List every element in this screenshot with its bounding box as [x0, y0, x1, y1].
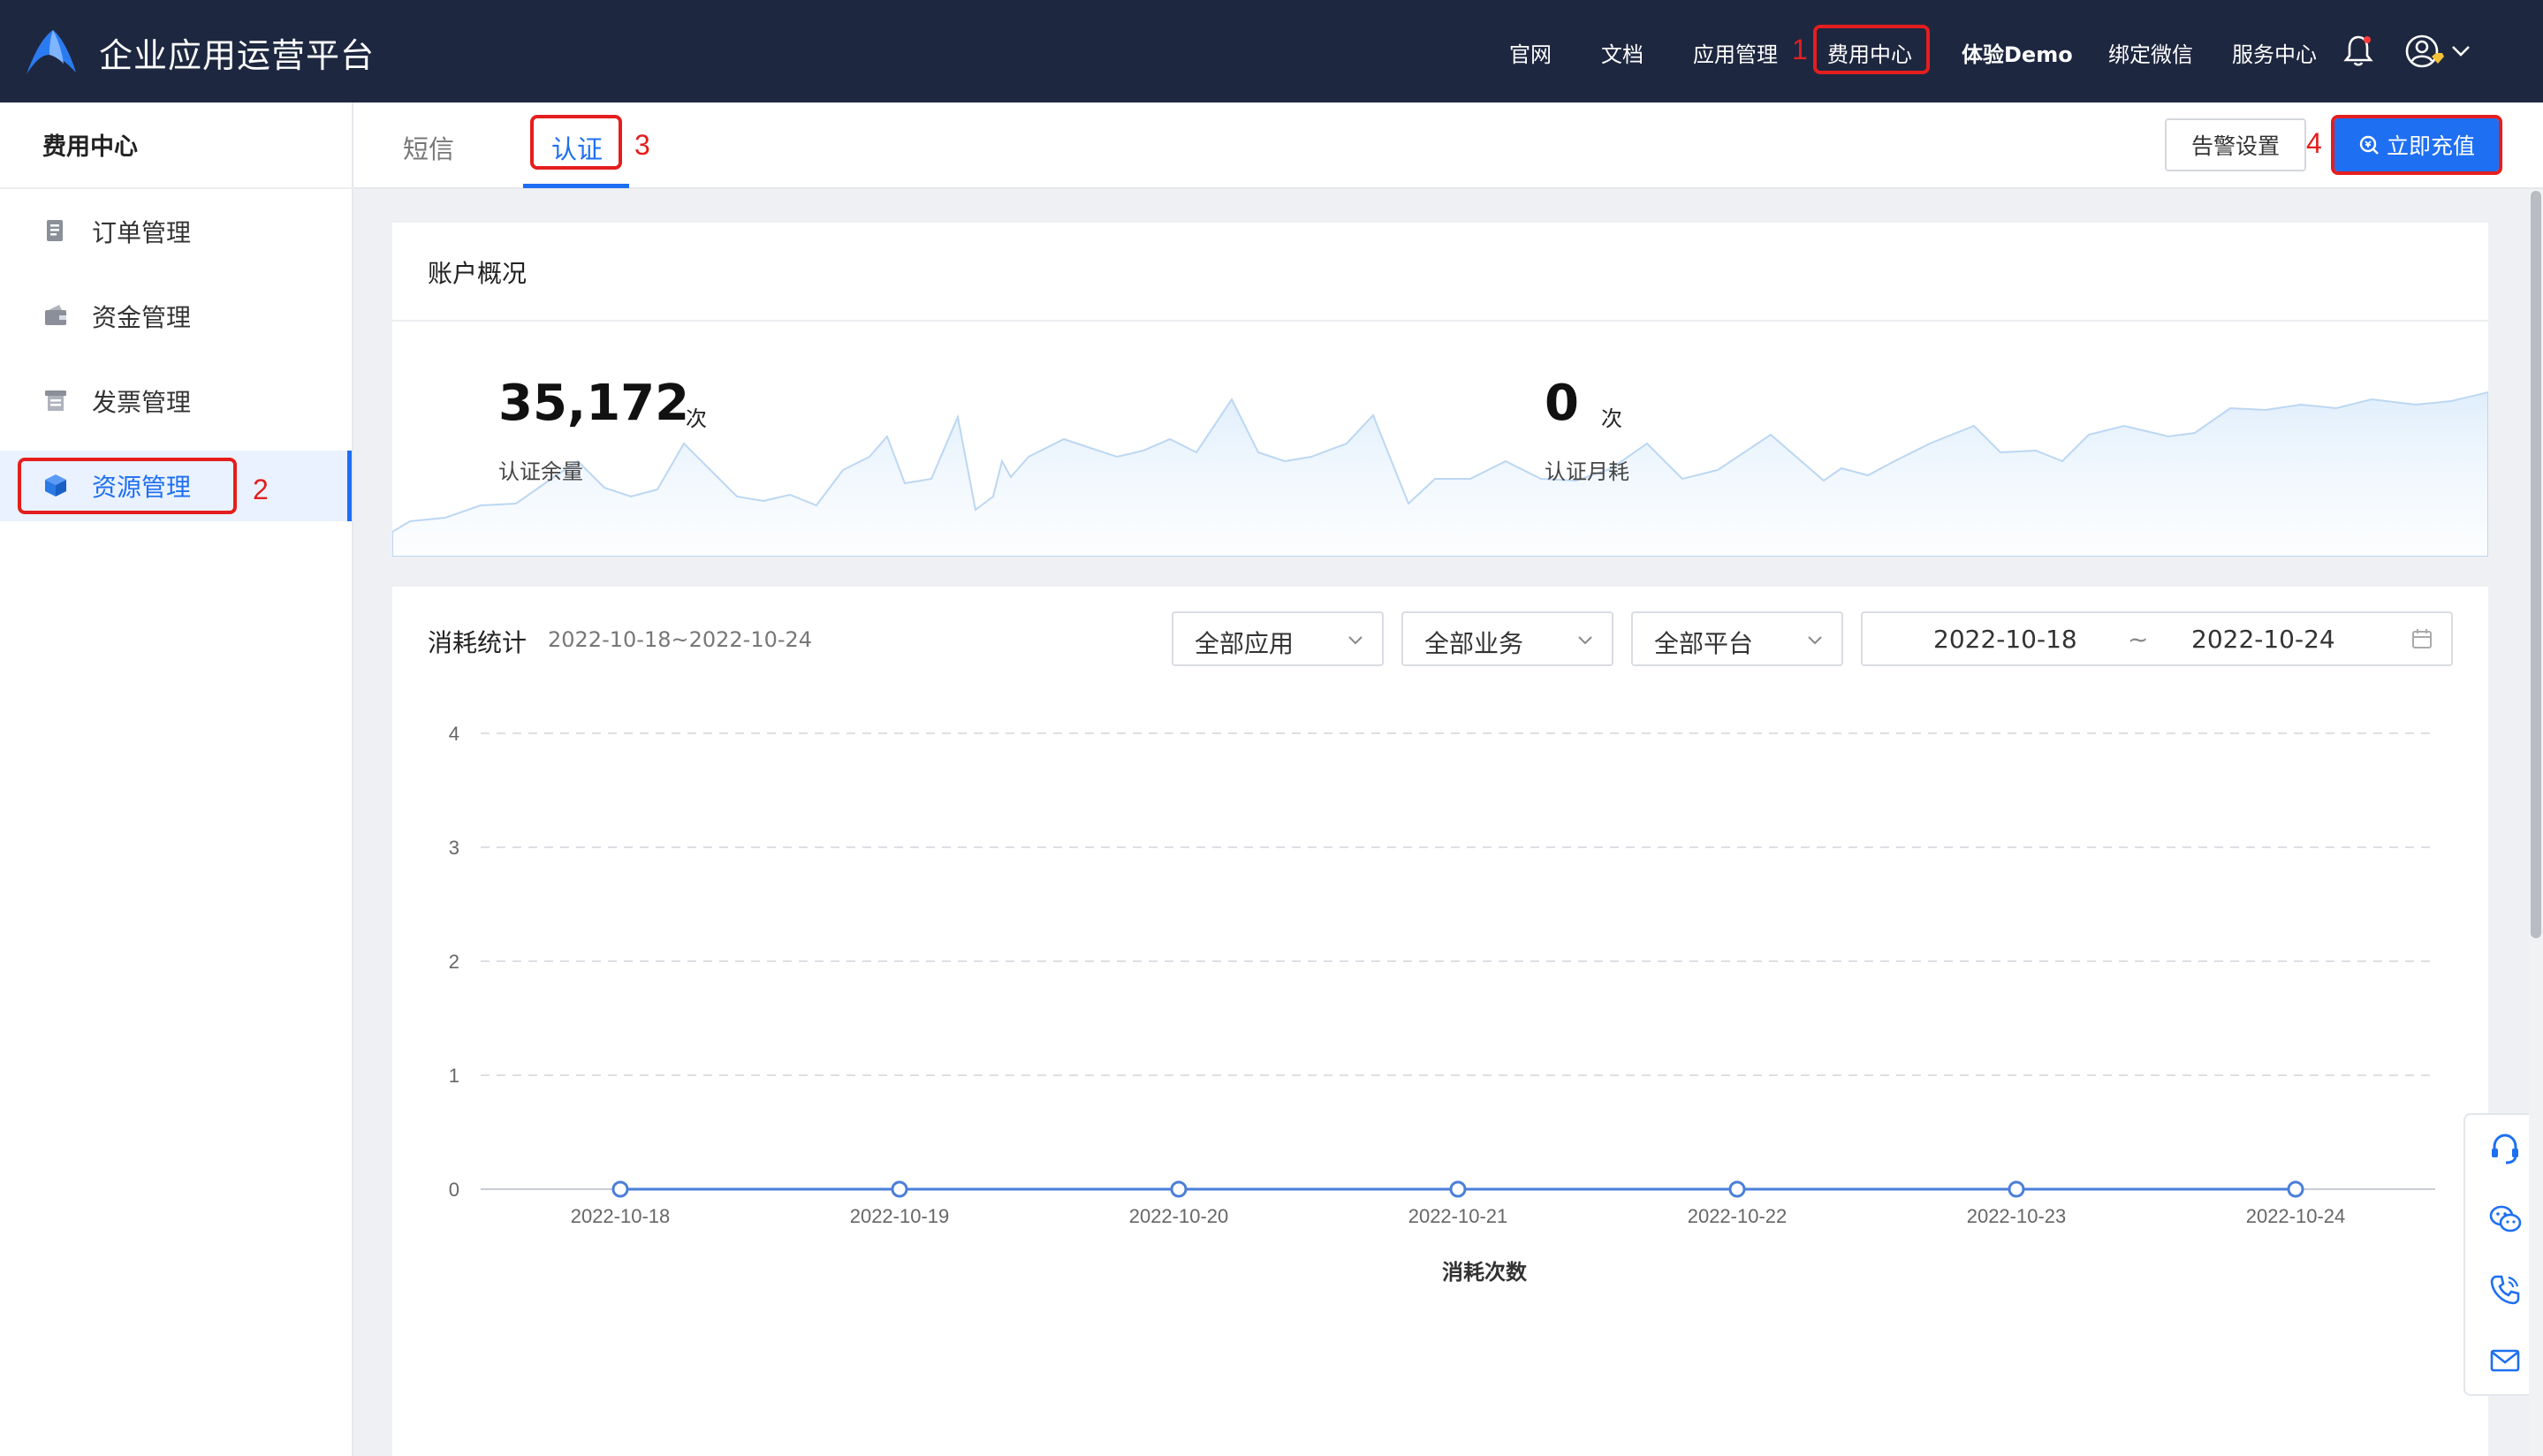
- account-overview-card: 账户概况 35,172 次 认证余量 0 次 认证月耗: [392, 223, 2488, 557]
- auth-balance-label: 认证余量: [498, 459, 583, 484]
- x-tick-label: 2022-10-20: [1129, 1205, 1229, 1227]
- logo-icon: [27, 30, 76, 74]
- auth-balance-value: 35,172: [498, 375, 690, 432]
- stats-title: 消耗统计: [428, 628, 528, 657]
- wechat-icon[interactable]: [2487, 1202, 2523, 1237]
- app-filter-value: 全部应用: [1195, 629, 1294, 658]
- date-start[interactable]: 2022-10-18: [1933, 625, 2077, 654]
- x-tick-label: 2022-10-22: [1688, 1205, 1788, 1227]
- x-tick-label: 2022-10-24: [2246, 1205, 2346, 1227]
- annotation-box-3: [530, 115, 622, 170]
- alert-settings-button[interactable]: 告警设置: [2165, 118, 2306, 171]
- wallet-icon: [45, 305, 66, 325]
- date-range-picker[interactable]: 2022-10-18 ~ 2022-10-24: [1861, 611, 2453, 666]
- annotation-number-1: 1: [1792, 34, 1808, 65]
- platform-filter-select[interactable]: 全部平台: [1631, 611, 1843, 666]
- x-tick-label: 2022-10-23: [1967, 1205, 2067, 1227]
- nav-app-management[interactable]: 应用管理: [1693, 37, 1778, 68]
- nav-docs[interactable]: 文档: [1601, 37, 1643, 68]
- bell-icon[interactable]: [2343, 34, 2373, 67]
- invoice-icon: [45, 391, 66, 411]
- stats-range: 2022-10-18~2022-10-24: [548, 627, 813, 652]
- chevron-down-icon: [1348, 636, 1363, 645]
- y-tick-label: 0: [449, 1179, 459, 1201]
- data-point: [2008, 1180, 2025, 1198]
- sidebar-title: 费用中心: [42, 133, 138, 161]
- nav-service-center[interactable]: 服务中心: [2232, 37, 2317, 68]
- chevron-down-icon: [1578, 636, 1592, 645]
- auth-monthly-value: 0: [1545, 375, 1579, 432]
- chevron-down-icon[interactable]: [2451, 44, 2471, 58]
- mail-icon[interactable]: [2487, 1343, 2523, 1378]
- divider: [0, 187, 353, 189]
- business-filter-value: 全部业务: [1424, 629, 1524, 658]
- annotation-box-4: [2331, 115, 2502, 175]
- x-tick-label: 2022-10-21: [1408, 1205, 1508, 1227]
- alert-settings-label: 告警设置: [2190, 133, 2280, 159]
- auth-monthly-label: 认证月耗: [1545, 459, 1629, 484]
- phone-icon[interactable]: [2487, 1272, 2523, 1308]
- scrollbar-thumb[interactable]: [2531, 191, 2541, 938]
- data-point: [891, 1180, 908, 1198]
- annotation-number-2: 2: [253, 474, 269, 505]
- data-point: [1170, 1180, 1188, 1198]
- app-filter-select[interactable]: 全部应用: [1172, 611, 1384, 666]
- nav-bind-wechat[interactable]: 绑定微信: [2108, 37, 2193, 68]
- sidebar-item-funds[interactable]: 资金管理: [0, 281, 352, 352]
- date-end[interactable]: 2022-10-24: [2191, 625, 2335, 654]
- chevron-down-icon: [1808, 636, 1822, 645]
- top-navbar: 企业应用运营平台 官网 文档 应用管理 1 费用中心 体验Demo 绑定微信 服…: [0, 0, 2543, 102]
- auth-balance-unit: 次: [686, 406, 707, 431]
- calendar-icon: [2412, 629, 2432, 648]
- data-point: [2287, 1180, 2304, 1198]
- tab-sms[interactable]: 短信: [403, 129, 454, 166]
- sidebar: 费用中心 订单管理 资金管理 发票管理 资源管理 2: [0, 102, 353, 1456]
- date-separator: ~: [2128, 625, 2149, 654]
- app-title: 企业应用运营平台: [99, 36, 376, 75]
- x-axis-label: 消耗次数: [1442, 1260, 1528, 1285]
- user-avatar-icon[interactable]: [2405, 34, 2444, 71]
- annotation-number-3: 3: [634, 129, 650, 161]
- sidebar-item-invoices[interactable]: 发票管理: [0, 366, 352, 436]
- vertical-scrollbar[interactable]: [2529, 189, 2543, 1456]
- annotation-box-2: [18, 458, 237, 514]
- sidebar-item-label: 资金管理: [92, 303, 192, 332]
- sidebar-item-label: 发票管理: [92, 388, 192, 417]
- sidebar-item-label: 订单管理: [92, 218, 192, 247]
- data-point: [1728, 1180, 1746, 1198]
- headset-icon[interactable]: [2487, 1131, 2523, 1166]
- sidebar-item-orders[interactable]: 订单管理: [0, 196, 352, 267]
- platform-filter-value: 全部平台: [1654, 629, 1754, 658]
- nav-demo[interactable]: 体验Demo: [1962, 37, 2073, 68]
- business-filter-select[interactable]: 全部业务: [1401, 611, 1613, 666]
- nav-billing-center[interactable]: 费用中心: [1827, 37, 1912, 68]
- active-tab-indicator: [523, 184, 629, 188]
- data-point: [1449, 1180, 1467, 1198]
- annotation-number-4: 4: [2306, 127, 2322, 159]
- y-tick-label: 1: [449, 1065, 459, 1087]
- divider: [392, 320, 2488, 322]
- x-tick-label: 2022-10-18: [571, 1205, 671, 1227]
- nav-official-site[interactable]: 官网: [1509, 37, 1552, 68]
- x-tick-label: 2022-10-19: [850, 1205, 950, 1227]
- order-icon: [47, 220, 63, 241]
- consumption-line-chart: 0 1 2 3 4 2022-10-18 2022-10-19 2022-10-20 2022-…: [449, 723, 2435, 1285]
- sub-header: 短信 认证 3 告警设置 4 立即充值: [353, 102, 2543, 189]
- data-point: [611, 1180, 629, 1198]
- consumption-stats-card: 消耗统计 2022-10-18~2022-10-24 全部应用 全部业务 全部平…: [392, 587, 2488, 1456]
- y-tick-label: 3: [449, 837, 459, 859]
- y-tick-label: 4: [449, 723, 459, 745]
- y-tick-label: 2: [449, 951, 459, 973]
- auth-monthly-unit: 次: [1601, 406, 1622, 431]
- background-sparkline: [392, 391, 2488, 557]
- overview-title: 账户概况: [428, 259, 528, 288]
